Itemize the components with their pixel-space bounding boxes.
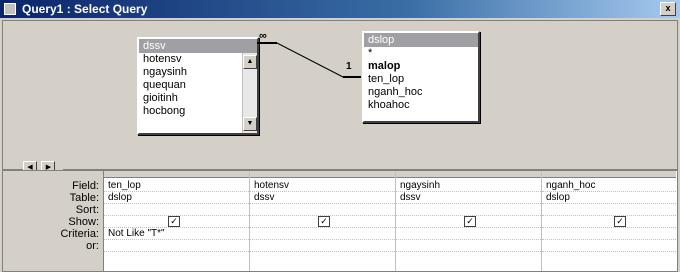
close-button[interactable]: x <box>660 2 676 16</box>
show-cell: ✓ <box>396 216 541 228</box>
field-item[interactable]: nganh_hoc <box>368 86 478 99</box>
sort-cell[interactable] <box>104 204 249 216</box>
sort-cell[interactable] <box>542 204 676 216</box>
field-item[interactable]: hotensv <box>143 53 257 66</box>
show-checkbox[interactable]: ✓ <box>318 216 330 227</box>
grid-column[interactable]: ngaysinh dssv ✓ <box>396 171 542 271</box>
or-cell[interactable] <box>104 240 249 252</box>
column-selector[interactable] <box>542 171 676 178</box>
sort-cell[interactable] <box>250 204 395 216</box>
field-cell[interactable]: hotensv <box>250 180 395 192</box>
table-cell[interactable]: dssv <box>396 192 541 204</box>
show-cell: ✓ <box>542 216 676 228</box>
one-marker: 1 <box>346 61 352 72</box>
column-selector[interactable] <box>104 171 249 178</box>
column-selector[interactable] <box>250 171 395 178</box>
row-label-or: or: <box>86 240 99 252</box>
table-name[interactable]: dssv <box>139 39 257 53</box>
show-checkbox[interactable]: ✓ <box>168 216 180 227</box>
field-item[interactable]: ngaysinh <box>143 66 257 79</box>
field-item[interactable]: ten_lop <box>368 73 478 86</box>
row-label-show: Show: <box>68 216 99 228</box>
query-icon <box>4 3 16 15</box>
join-line[interactable] <box>255 33 365 83</box>
field-item-key[interactable]: malop <box>368 60 478 73</box>
table-name[interactable]: dslop <box>364 33 478 47</box>
field-item[interactable]: khoahoc <box>368 99 478 112</box>
field-item[interactable]: * <box>368 47 478 60</box>
field-cell[interactable]: nganh_hoc <box>542 180 676 192</box>
grid-column[interactable]: ten_lop dslop ✓ Not Like "T*" <box>104 171 250 271</box>
table-box-dssv[interactable]: dssv hotensv ngaysinh quequan gioitinh h… <box>137 37 259 135</box>
row-label-table: Table: <box>69 192 99 204</box>
query-window: Query1 : Select Query x dssv hotensv nga… <box>0 0 680 272</box>
grid-column[interactable]: hotensv dssv ✓ <box>250 171 396 271</box>
field-item[interactable]: quequan <box>143 79 257 92</box>
scroll-down-icon[interactable]: ▼ <box>243 117 257 131</box>
show-cell: ✓ <box>104 216 249 228</box>
column-selector[interactable] <box>396 171 541 178</box>
field-item[interactable]: hocbong <box>143 105 257 118</box>
criteria-cell[interactable]: Not Like "T*" <box>104 228 249 240</box>
field-cell[interactable]: ngaysinh <box>396 180 541 192</box>
table-cell[interactable]: dslop <box>104 192 249 204</box>
grid-column[interactable]: nganh_hoc dslop ✓ <box>542 171 676 271</box>
sort-cell[interactable] <box>396 204 541 216</box>
criteria-cell[interactable] <box>250 228 395 240</box>
row-label-field: Field: <box>72 180 99 192</box>
or-cell[interactable] <box>542 240 676 252</box>
title-bar: Query1 : Select Query x <box>0 0 680 18</box>
criteria-cell[interactable] <box>396 228 541 240</box>
design-grid: Field: Table: Sort: Show: Criteria: or: … <box>2 170 678 272</box>
row-label-criteria: Criteria: <box>60 228 99 240</box>
criteria-cell[interactable] <box>542 228 676 240</box>
horizontal-scrollbar[interactable]: ◀ ▶ <box>23 156 63 175</box>
table-pane: dssv hotensv ngaysinh quequan gioitinh h… <box>2 20 678 175</box>
row-label-sort: Sort: <box>75 204 99 216</box>
table-box-dslop[interactable]: dslop * malop ten_lop nganh_hoc khoahoc <box>362 31 480 123</box>
show-checkbox[interactable]: ✓ <box>614 216 626 227</box>
field-item[interactable]: gioitinh <box>143 92 257 105</box>
show-cell: ✓ <box>250 216 395 228</box>
many-marker: ∞ <box>259 30 267 42</box>
or-cell[interactable] <box>250 240 395 252</box>
row-labels: Field: Table: Sort: Show: Criteria: or: <box>3 171 104 271</box>
or-cell[interactable] <box>396 240 541 252</box>
show-checkbox[interactable]: ✓ <box>464 216 476 227</box>
window-title: Query1 : Select Query <box>22 2 148 16</box>
table-cell[interactable]: dslop <box>542 192 676 204</box>
field-cell[interactable]: ten_lop <box>104 180 249 192</box>
table-cell[interactable]: dssv <box>250 192 395 204</box>
